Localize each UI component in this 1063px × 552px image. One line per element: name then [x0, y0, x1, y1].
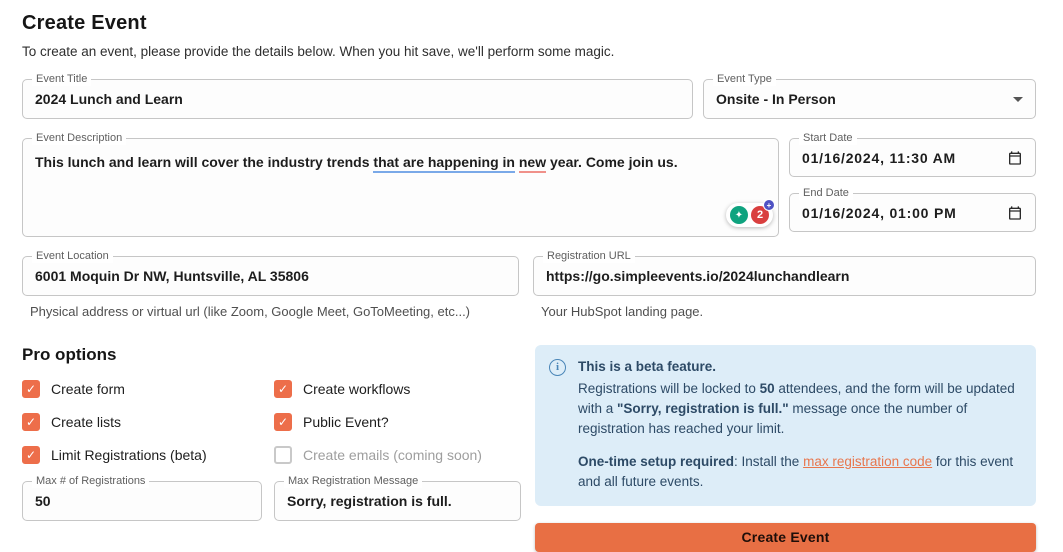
registration-url-value: https://go.simpleevents.io/2024lunchandl…	[546, 268, 849, 284]
grammarly-plus-badge: +	[763, 199, 775, 211]
event-title-input[interactable]: Event Title 2024 Lunch and Learn	[22, 79, 693, 119]
beta-setup-paragraph: One-time setup required: Install the max…	[578, 452, 1020, 492]
end-date-input[interactable]: End Date 01/16/2024, 01:00 PM	[789, 193, 1036, 232]
event-title-label: Event Title	[32, 73, 91, 86]
registration-url-label: Registration URL	[543, 250, 635, 263]
pro-options-list: Create form Create workflows Create list…	[22, 380, 521, 464]
start-date-value: 01/16/2024, 11:30 AM	[802, 150, 956, 166]
registration-url-input[interactable]: Registration URL https://go.simpleevents…	[533, 256, 1036, 296]
create-event-page: Create Event To create an event, please …	[0, 0, 1063, 552]
event-type-value: Onsite - In Person	[716, 91, 836, 107]
registration-url-helper: Your HubSpot landing page.	[533, 304, 1036, 319]
checkbox-icon	[274, 446, 292, 464]
event-title-value: 2024 Lunch and Learn	[35, 91, 183, 107]
checkbox-public-event[interactable]: Public Event?	[274, 413, 521, 431]
grammar-suggestion-underline: that are happening in	[373, 154, 515, 173]
event-location-value: 6001 Moquin Dr NW, Huntsville, AL 35806	[35, 268, 309, 284]
end-date-value: 01/16/2024, 01:00 PM	[802, 205, 957, 221]
checkbox-create-emails: Create emails (coming soon)	[274, 446, 521, 464]
page-title: Create Event	[22, 12, 1036, 35]
checkbox-create-form[interactable]: Create form	[22, 380, 274, 398]
end-date-label: End Date	[799, 187, 853, 200]
event-description-label: Event Description	[32, 132, 126, 145]
event-description-input[interactable]: Event Description This lunch and learn w…	[22, 138, 779, 237]
checkbox-icon[interactable]	[22, 446, 40, 464]
event-type-label: Event Type	[713, 73, 776, 86]
max-registration-message-input[interactable]: Max Registration Message Sorry, registra…	[274, 481, 521, 521]
max-registration-message-label: Max Registration Message	[284, 475, 422, 488]
grammarly-widget[interactable]: ✦ 2 +	[726, 203, 773, 227]
max-registrations-label: Max # of Registrations	[32, 475, 149, 488]
calendar-icon[interactable]	[1007, 205, 1023, 221]
pro-options-heading: Pro options	[22, 345, 521, 365]
beta-feature-text: This is a beta feature. Registrations wi…	[578, 357, 1020, 492]
max-registrations-input[interactable]: Max # of Registrations 50	[22, 481, 262, 521]
event-description-value: This lunch and learn will cover the indu…	[35, 152, 678, 172]
calendar-icon[interactable]	[1007, 150, 1023, 166]
create-event-button[interactable]: Create Event	[535, 523, 1036, 552]
max-registration-message-value: Sorry, registration is full.	[287, 493, 452, 509]
event-location-label: Event Location	[32, 250, 113, 263]
event-location-input[interactable]: Event Location 6001 Moquin Dr NW, Huntsv…	[22, 256, 519, 296]
event-location-helper: Physical address or virtual url (like Zo…	[22, 304, 519, 319]
spelling-suggestion-underline: new	[519, 154, 546, 173]
beta-feature-paragraph: Registrations will be locked to 50 atten…	[578, 379, 1020, 439]
caret-down-icon	[1013, 97, 1023, 102]
checkbox-create-workflows[interactable]: Create workflows	[274, 380, 521, 398]
checkbox-icon[interactable]	[274, 413, 292, 431]
grammarly-premium-icon: ✦	[730, 206, 748, 224]
max-registration-code-link[interactable]: max registration code	[803, 454, 932, 469]
checkbox-limit-registrations[interactable]: Limit Registrations (beta)	[22, 446, 274, 464]
event-type-select[interactable]: Event Type Onsite - In Person	[703, 79, 1036, 119]
checkbox-icon[interactable]	[22, 413, 40, 431]
checkbox-icon[interactable]	[274, 380, 292, 398]
info-icon: i	[549, 359, 566, 376]
page-subtitle: To create an event, please provide the d…	[22, 44, 1036, 59]
beta-feature-heading: This is a beta feature.	[578, 357, 1020, 377]
checkbox-create-lists[interactable]: Create lists	[22, 413, 274, 431]
beta-feature-notice: i This is a beta feature. Registrations …	[535, 345, 1036, 506]
start-date-label: Start Date	[799, 132, 857, 145]
max-registrations-value: 50	[35, 493, 51, 509]
checkbox-icon[interactable]	[22, 380, 40, 398]
start-date-input[interactable]: Start Date 01/16/2024, 11:30 AM	[789, 138, 1036, 177]
